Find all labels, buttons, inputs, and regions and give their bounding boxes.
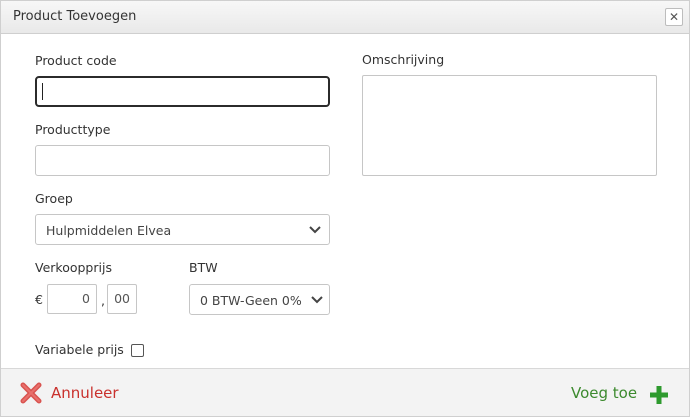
price-separator: , — [101, 293, 105, 308]
omschrijving-textarea[interactable] — [362, 75, 657, 176]
btw-select[interactable]: 0 BTW-Geen 0% — [189, 284, 330, 315]
cancel-label: Annuleer — [51, 384, 119, 402]
currency-symbol: € — [35, 292, 43, 307]
add-product-dialog: Product Toevoegen ✕ Product code Product… — [0, 0, 690, 417]
btw-label: BTW — [189, 260, 218, 275]
add-button[interactable]: Voeg toe — [569, 381, 673, 405]
variabele-prijs-label: Variabele prijs — [35, 342, 124, 357]
product-code-input[interactable] — [35, 76, 330, 107]
dialog-footer: Annuleer Voeg toe — [1, 368, 689, 416]
price-cents-input[interactable]: 00 — [107, 284, 137, 314]
close-button[interactable]: ✕ — [665, 8, 683, 26]
verkoopprijs-label: Verkoopprijs — [35, 260, 112, 275]
add-label: Voeg toe — [571, 384, 638, 402]
groep-label: Groep — [35, 191, 73, 206]
variabele-prijs-checkbox[interactable] — [131, 344, 144, 357]
text-caret — [42, 83, 43, 100]
plus-icon — [650, 386, 668, 404]
omschrijving-label: Omschrijving — [362, 52, 445, 67]
product-code-label: Product code — [35, 53, 117, 68]
dialog-titlebar: Product Toevoegen ✕ — [1, 1, 689, 34]
groep-select[interactable]: Hulpmiddelen Elvea — [35, 214, 330, 245]
price-euros-input[interactable]: 0 — [47, 284, 97, 314]
producttype-input[interactable] — [35, 145, 330, 176]
chevron-down-icon — [309, 226, 321, 234]
x-icon — [20, 382, 42, 404]
chevron-down-icon — [311, 296, 323, 304]
btw-selected-value: 0 BTW-Geen 0% — [200, 293, 302, 308]
groep-selected-value: Hulpmiddelen Elvea — [46, 223, 172, 238]
dialog-title: Product Toevoegen — [13, 9, 137, 24]
producttype-label: Producttype — [35, 122, 111, 137]
close-icon: ✕ — [668, 10, 680, 24]
